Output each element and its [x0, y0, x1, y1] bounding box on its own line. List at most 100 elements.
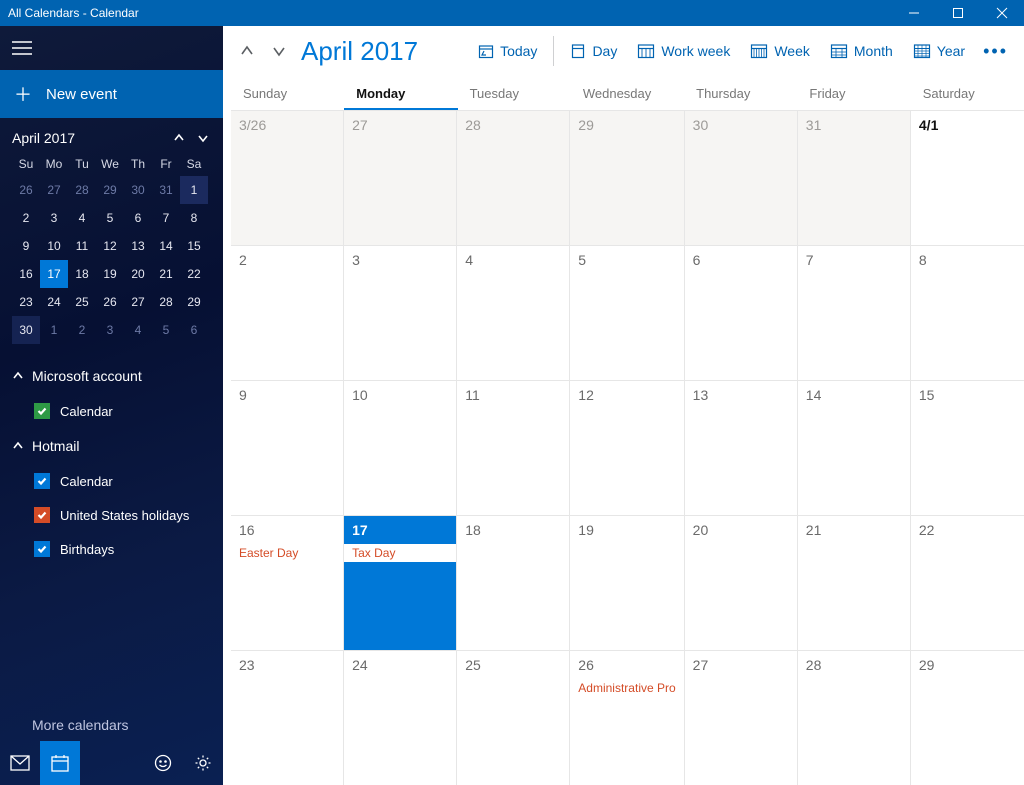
mini-day[interactable]: 15 [180, 232, 208, 260]
day-header[interactable]: Tuesday [458, 76, 571, 110]
mini-day[interactable]: 21 [152, 260, 180, 288]
mini-day[interactable]: 30 [12, 316, 40, 344]
mini-day[interactable]: 5 [96, 204, 124, 232]
mini-day[interactable]: 5 [152, 316, 180, 344]
mini-prev-month[interactable] [167, 126, 191, 150]
mini-day[interactable]: 23 [12, 288, 40, 316]
mini-day[interactable]: 1 [180, 176, 208, 204]
mini-day[interactable]: 11 [68, 232, 96, 260]
mini-next-month[interactable] [191, 126, 215, 150]
calendar-checkbox-item[interactable]: Calendar [12, 464, 219, 498]
day-cell[interactable]: 3 [344, 245, 457, 380]
day-cell[interactable]: 14 [798, 380, 911, 515]
mini-day[interactable]: 27 [124, 288, 152, 316]
mini-day[interactable]: 20 [124, 260, 152, 288]
calendar-checkbox-item[interactable]: United States holidays [12, 498, 219, 532]
day-cell[interactable]: 16Easter Day [231, 515, 344, 650]
mini-day[interactable]: 10 [40, 232, 68, 260]
day-cell[interactable]: 25 [457, 650, 570, 785]
day-cell[interactable]: 13 [685, 380, 798, 515]
day-cell[interactable]: 29 [570, 110, 684, 245]
day-cell[interactable]: 21 [798, 515, 911, 650]
mini-day[interactable]: 26 [96, 288, 124, 316]
mini-day[interactable]: 4 [124, 316, 152, 344]
mini-day[interactable]: 22 [180, 260, 208, 288]
mini-day[interactable]: 30 [124, 176, 152, 204]
day-cell[interactable]: 17Tax Day [344, 515, 457, 650]
day-header[interactable]: Monday [344, 76, 457, 110]
day-cell[interactable]: 19 [570, 515, 684, 650]
calendar-checkbox-item[interactable]: Calendar [12, 394, 219, 428]
new-event-button[interactable]: ＋ New event [0, 70, 223, 118]
feedback-button[interactable] [143, 741, 183, 785]
mini-day[interactable]: 27 [40, 176, 68, 204]
mini-day[interactable]: 28 [152, 288, 180, 316]
day-cell[interactable]: 23 [231, 650, 344, 785]
day-cell[interactable]: 8 [911, 245, 1024, 380]
calendar-tab[interactable] [40, 741, 80, 785]
day-cell[interactable]: 20 [685, 515, 798, 650]
day-cell[interactable]: 12 [570, 380, 684, 515]
mini-day[interactable]: 3 [40, 204, 68, 232]
day-cell[interactable]: 27 [344, 110, 457, 245]
mini-day[interactable]: 19 [96, 260, 124, 288]
mini-day[interactable]: 13 [124, 232, 152, 260]
workweek-view-button[interactable]: Work week [629, 39, 738, 63]
mini-day[interactable]: 3 [96, 316, 124, 344]
more-actions-button[interactable]: ••• [977, 41, 1014, 62]
more-calendars-link[interactable]: More calendars [0, 707, 223, 741]
mini-day[interactable]: 26 [12, 176, 40, 204]
day-cell[interactable]: 30 [685, 110, 798, 245]
mini-day[interactable]: 8 [180, 204, 208, 232]
day-cell[interactable]: 9 [231, 380, 344, 515]
settings-button[interactable] [183, 741, 223, 785]
day-header[interactable]: Sunday [231, 76, 344, 110]
day-cell[interactable]: 5 [570, 245, 684, 380]
day-cell[interactable]: 22 [911, 515, 1024, 650]
day-cell[interactable]: 2 [231, 245, 344, 380]
mini-day[interactable]: 6 [180, 316, 208, 344]
year-view-button[interactable]: Year [905, 39, 973, 63]
mini-day[interactable]: 24 [40, 288, 68, 316]
day-cell[interactable]: 26Administrative Pro [570, 650, 684, 785]
mini-day[interactable]: 31 [152, 176, 180, 204]
mini-day[interactable]: 18 [68, 260, 96, 288]
day-cell[interactable]: 10 [344, 380, 457, 515]
event-item[interactable]: Administrative Pro [578, 681, 675, 695]
mini-day[interactable]: 17 [40, 260, 68, 288]
next-page-button[interactable] [265, 37, 293, 65]
today-button[interactable]: Today [470, 39, 545, 63]
mini-day[interactable]: 2 [12, 204, 40, 232]
mini-day[interactable]: 1 [40, 316, 68, 344]
event-item[interactable]: Tax Day [344, 544, 456, 562]
account-header[interactable]: Microsoft account [12, 358, 219, 394]
mini-day[interactable]: 29 [180, 288, 208, 316]
mini-day[interactable]: 4 [68, 204, 96, 232]
hamburger-button[interactable] [0, 26, 223, 70]
mini-day[interactable]: 9 [12, 232, 40, 260]
event-item[interactable]: Easter Day [239, 546, 335, 560]
day-header[interactable]: Wednesday [571, 76, 684, 110]
day-cell[interactable]: 15 [911, 380, 1024, 515]
day-cell[interactable]: 29 [911, 650, 1024, 785]
day-header[interactable]: Friday [797, 76, 910, 110]
mini-day[interactable]: 16 [12, 260, 40, 288]
mini-day[interactable]: 14 [152, 232, 180, 260]
mail-tab[interactable] [0, 741, 40, 785]
day-header[interactable]: Saturday [911, 76, 1024, 110]
prev-page-button[interactable] [233, 37, 261, 65]
mini-day[interactable]: 29 [96, 176, 124, 204]
day-view-button[interactable]: Day [562, 39, 625, 63]
month-view-button[interactable]: Month [822, 39, 901, 63]
mini-day[interactable]: 2 [68, 316, 96, 344]
mini-day[interactable]: 28 [68, 176, 96, 204]
account-header[interactable]: Hotmail [12, 428, 219, 464]
day-cell[interactable]: 27 [685, 650, 798, 785]
day-cell[interactable]: 18 [457, 515, 570, 650]
mini-day[interactable]: 12 [96, 232, 124, 260]
day-cell[interactable]: 6 [685, 245, 798, 380]
window-close-button[interactable] [980, 0, 1024, 26]
window-minimize-button[interactable] [892, 0, 936, 26]
day-cell[interactable]: 7 [798, 245, 911, 380]
week-view-button[interactable]: Week [742, 39, 818, 63]
